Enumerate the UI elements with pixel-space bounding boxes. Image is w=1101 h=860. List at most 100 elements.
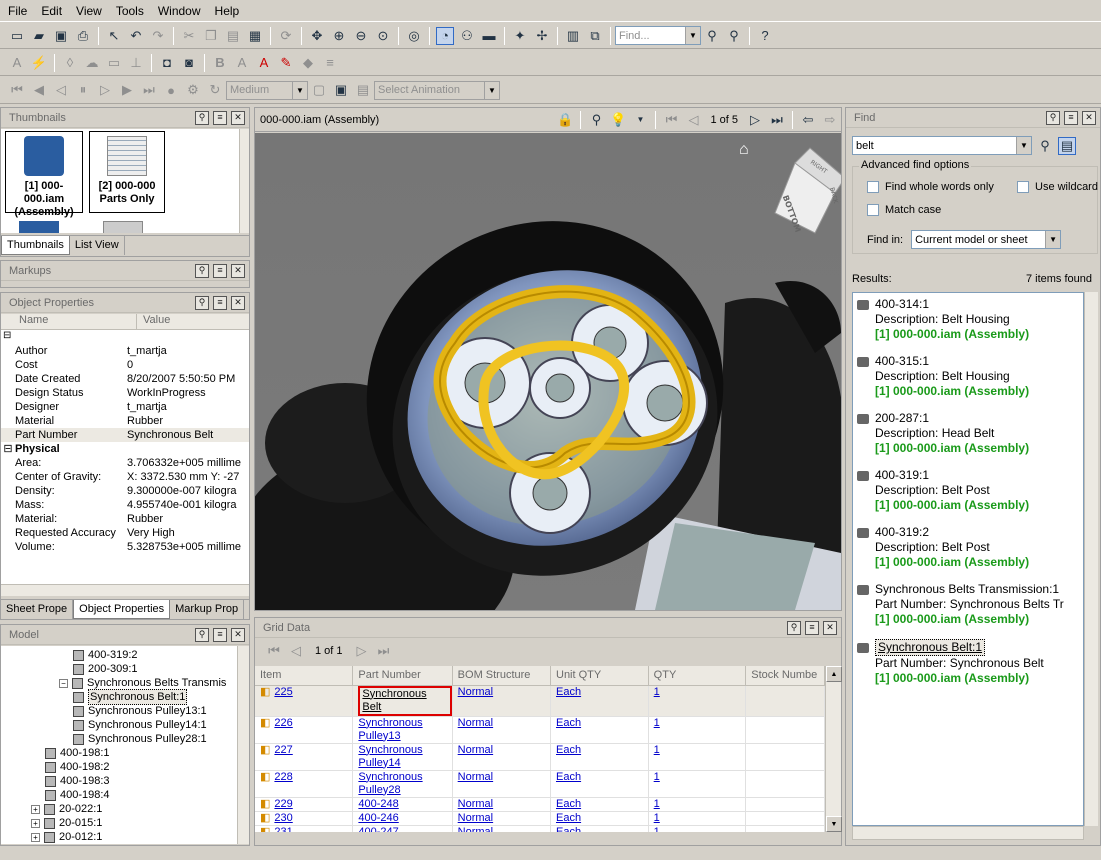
qty-link[interactable]: 1 <box>654 812 660 824</box>
expand-icon[interactable]: + <box>31 818 40 828</box>
table-row[interactable]: ◧ 229 400-248 Normal Each 1 <box>255 797 825 812</box>
general-category-toggle[interactable]: ⊟ <box>1 330 249 344</box>
find-result-item[interactable]: 400-319:1 Description: Belt Post [1] 000-0… <box>857 468 1083 513</box>
item-link[interactable]: 225 <box>274 686 292 698</box>
result-title[interactable]: Synchronous Belt:1 <box>875 639 986 656</box>
scroll-down-icon[interactable]: ▼ <box>826 816 842 832</box>
result-source[interactable]: [1] 000-000.iam (Assembly) <box>857 327 1083 342</box>
tree-node[interactable]: Synchronous Pulley14:1 <box>1 718 237 732</box>
result-source[interactable]: [1] 000-000.iam (Assembly) <box>857 671 1083 686</box>
col-name[interactable]: Name <box>1 314 137 329</box>
bom-structure-link[interactable]: Normal <box>458 771 493 783</box>
item-link[interactable]: 227 <box>274 744 292 756</box>
col-value[interactable]: Value <box>137 314 170 329</box>
match-case-checkbox[interactable] <box>867 204 879 217</box>
stamp-icon[interactable]: ⚡ <box>30 54 48 72</box>
line-weight-icon[interactable]: ≡ <box>321 54 339 72</box>
move-icon[interactable]: ✢ <box>533 27 551 45</box>
anim-last-icon[interactable]: ⏭ <box>140 81 158 99</box>
property-row[interactable]: Design Status WorkInProgress <box>1 386 249 400</box>
grid-scrollbar[interactable]: ▲ ▼ <box>825 666 842 832</box>
layout-icon[interactable]: ▥ <box>564 27 582 45</box>
table-row[interactable]: ◧ 226 Synchronous Pulley13 Normal Each 1 <box>255 716 825 744</box>
expand-icon[interactable]: + <box>31 804 40 814</box>
unit-qty-link[interactable]: Each <box>556 798 581 810</box>
item-link[interactable]: 228 <box>274 771 292 783</box>
unit-qty-link[interactable]: Each <box>556 686 581 698</box>
quality-select[interactable]: Medium ▼ <box>226 80 308 100</box>
menu-icon[interactable]: ≡ <box>1064 110 1078 125</box>
column-header[interactable]: QTY <box>648 666 747 686</box>
property-row[interactable]: Center of Gravity: X: 3372.530 mm Y: -27 <box>1 470 249 484</box>
fill-color-icon[interactable]: ◆ <box>299 54 317 72</box>
thumbnails-scrollbar[interactable] <box>239 129 249 233</box>
bom-structure-link[interactable]: Normal <box>458 717 493 729</box>
whole-words-checkbox[interactable] <box>867 181 879 194</box>
anim-next-icon[interactable]: ▶ <box>118 81 136 99</box>
pin-icon[interactable]: ⚲ <box>195 295 209 310</box>
results-scrollbar[interactable] <box>1084 292 1098 826</box>
find-result-item[interactable]: 200-287:1 Description: Head Belt [1] 000-0… <box>857 411 1083 456</box>
property-row[interactable]: Area: 3.706332e+005 millime <box>1 456 249 470</box>
part-number-link[interactable]: Synchronous Pulley14 <box>358 744 428 770</box>
column-header[interactable]: BOM Structure <box>452 666 552 686</box>
view-icon[interactable]: ▣ <box>332 81 350 99</box>
font-size-icon[interactable]: A <box>233 54 251 72</box>
qty-link[interactable]: 1 <box>654 771 660 783</box>
properties-hscrollbar[interactable] <box>1 584 249 596</box>
close-icon[interactable]: ✕ <box>231 295 245 310</box>
find-in-select[interactable]: Current model or sheet ▼ <box>911 230 1062 249</box>
tree-node[interactable]: +20-012:1 <box>1 830 237 844</box>
property-row[interactable]: Mass: 4.955740e-001 kilogra <box>1 498 249 512</box>
pin-icon[interactable]: ⚲ <box>787 620 801 635</box>
result-source[interactable]: [1] 000-000.iam (Assembly) <box>857 384 1083 399</box>
copy-icon[interactable]: ❐ <box>202 27 220 45</box>
text-markup-icon[interactable]: A <box>8 54 26 72</box>
tree-node[interactable]: 400-198:3 <box>1 774 237 788</box>
result-title[interactable]: 400-314:1 <box>875 297 929 312</box>
tree-node[interactable]: +20-022:1 <box>1 802 237 816</box>
pin-icon[interactable]: ⚲ <box>1046 110 1060 125</box>
close-icon[interactable]: ✕ <box>231 110 245 125</box>
bom-structure-link[interactable]: Normal <box>458 798 493 810</box>
zoom-window-icon[interactable]: ⊖ <box>352 27 370 45</box>
close-icon[interactable]: ✕ <box>1082 110 1096 125</box>
binoculars-icon[interactable]: ⚲ <box>1036 137 1054 155</box>
camera-icon[interactable]: ▢ <box>310 81 328 99</box>
anim-settings-icon[interactable]: ⚙ <box>184 81 202 99</box>
line-color-icon[interactable]: ✎ <box>277 54 295 72</box>
next-page-icon[interactable]: ▷ <box>353 642 371 660</box>
menu-window[interactable]: Window <box>158 4 201 18</box>
menu-icon[interactable]: ≡ <box>213 263 227 278</box>
match-case-option[interactable]: Match case <box>867 204 941 217</box>
tree-node[interactable]: 400-198:2 <box>1 760 237 774</box>
tree-node[interactable]: 400-198:4 <box>1 788 237 802</box>
chevron-down-icon[interactable]: ▼ <box>484 81 499 99</box>
refresh-icon[interactable]: ⟳ <box>277 27 295 45</box>
toolbar-find-combo[interactable]: Find... ▼ <box>615 26 701 45</box>
tab-markup-properties[interactable]: Markup Prop <box>170 600 245 619</box>
find-query-combo[interactable]: belt ▼ <box>852 136 1032 155</box>
font-color-icon[interactable]: A <box>255 54 273 72</box>
back-icon[interactable]: ⇦ <box>799 111 817 129</box>
close-icon[interactable]: ✕ <box>823 620 837 635</box>
unit-qty-link[interactable]: Each <box>556 812 581 824</box>
thumbnail-parts[interactable]: [2] 000-000 Parts Only <box>89 131 165 213</box>
find-result-item[interactable]: 400-315:1 Description: Belt Housing [1] 00… <box>857 354 1083 399</box>
layers-icon[interactable]: ▬ <box>480 27 498 45</box>
find-options-icon[interactable]: ▤ <box>1058 136 1076 155</box>
menu-icon[interactable]: ≡ <box>213 627 227 642</box>
print-icon[interactable]: ⎙ <box>74 27 92 45</box>
cut-icon[interactable]: ✂ <box>180 27 198 45</box>
bold-icon[interactable]: B <box>211 54 229 72</box>
chevron-down-icon[interactable]: ▼ <box>685 27 700 44</box>
tab-object-properties[interactable]: Object Properties <box>73 600 171 619</box>
qty-link[interactable]: 1 <box>654 826 660 833</box>
pin-icon[interactable]: ⊥ <box>127 54 145 72</box>
scroll-up-icon[interactable]: ▲ <box>826 666 842 682</box>
close-icon[interactable]: ✕ <box>231 263 245 278</box>
table-row[interactable]: ◧ 225 Synchronous Belt Normal Each 1 <box>255 685 825 717</box>
tree-node[interactable]: 400-198:1 <box>1 746 237 760</box>
first-page-icon[interactable]: ⏮ <box>662 111 680 129</box>
find-next-icon[interactable]: ⚲ <box>725 27 743 45</box>
